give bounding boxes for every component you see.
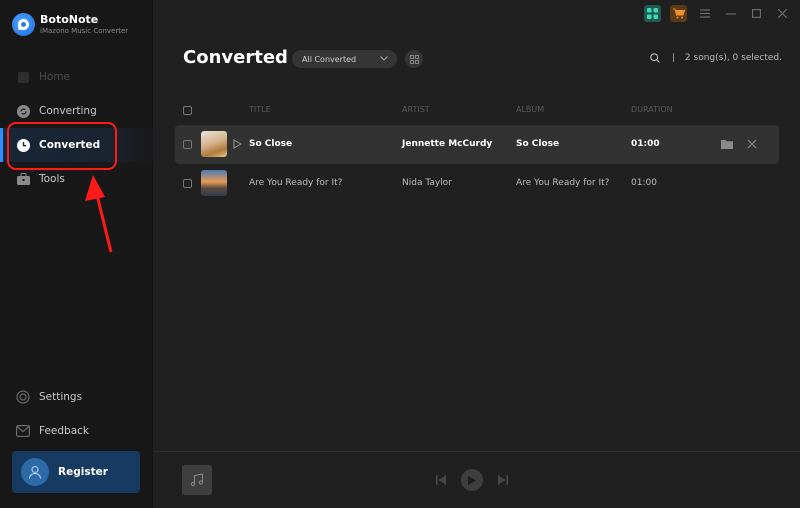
sidebar-item-label: Converting	[39, 105, 97, 117]
row-duration: 01:00	[631, 178, 657, 188]
close-icon[interactable]	[774, 5, 791, 22]
apps-icon[interactable]	[644, 5, 661, 22]
selection-count: 2 song(s), 0 selected.	[684, 53, 782, 63]
sidebar-item-label: Feedback	[39, 425, 90, 437]
grid-view-button[interactable]	[405, 50, 423, 68]
grid-icon	[409, 54, 419, 64]
minimize-icon[interactable]	[722, 5, 739, 22]
chevron-down-icon	[380, 54, 388, 63]
home-icon	[16, 70, 30, 84]
main-panel: Converted All Converted | 2 song(s), 0 s…	[154, 0, 800, 451]
cart-icon[interactable]	[670, 5, 687, 22]
menu-icon[interactable]	[696, 5, 713, 22]
previous-icon[interactable]	[436, 475, 446, 485]
row-artist: Jennette McCurdy	[402, 139, 493, 149]
sidebar-item-feedback[interactable]: Feedback	[0, 414, 153, 448]
annotation-highlight-box	[7, 122, 117, 170]
row-duration: 01:00	[631, 139, 660, 149]
search-icon[interactable]	[650, 53, 660, 63]
app-window: BotoNote iMazono Music Converter Home Co…	[0, 0, 800, 508]
app-subtitle: iMazono Music Converter	[40, 27, 129, 35]
next-icon[interactable]	[498, 475, 508, 485]
row-artist: Nida Taylor	[402, 178, 452, 188]
register-button[interactable]: Register	[12, 451, 140, 493]
sidebar-item-home[interactable]: Home	[0, 60, 153, 94]
column-album[interactable]: ALBUM	[516, 105, 544, 114]
sidebar-item-label: Home	[39, 71, 71, 83]
row-album: So Close	[516, 139, 560, 149]
row-title: Are You Ready for It?	[249, 178, 343, 188]
row-title: So Close	[249, 139, 293, 149]
play-icon[interactable]	[233, 139, 243, 152]
user-icon	[21, 458, 49, 486]
sidebar-item-label: Tools	[39, 173, 65, 185]
refresh-icon	[16, 104, 30, 118]
sidebar-item-label: Settings	[39, 391, 83, 403]
table-row[interactable]: Are You Ready for It? Nida Taylor Are Yo…	[175, 164, 779, 203]
table-row[interactable]: So Close Jennette McCurdy So Close 01:00	[175, 125, 779, 164]
player-bar	[154, 451, 800, 508]
row-checkbox[interactable]	[183, 179, 192, 188]
app-logo-icon	[12, 13, 35, 36]
play-icon	[468, 475, 476, 485]
maximize-icon[interactable]	[748, 5, 765, 22]
row-checkbox[interactable]	[183, 140, 192, 149]
register-label: Register	[58, 466, 108, 478]
toolbox-icon	[16, 172, 30, 186]
column-title[interactable]: TITLE	[249, 105, 271, 114]
gear-icon	[16, 390, 30, 404]
music-note-icon	[190, 473, 204, 487]
folder-icon[interactable]	[721, 139, 733, 149]
album-art-thumbnail	[201, 170, 227, 196]
sidebar-item-settings[interactable]: Settings	[0, 380, 153, 414]
delete-icon[interactable]	[747, 139, 757, 149]
app-name: BotoNote	[40, 13, 99, 26]
status-bar: | 2 song(s), 0 selected.	[650, 53, 782, 63]
filter-selected-value: All Converted	[302, 54, 357, 64]
divider: |	[671, 53, 675, 63]
page-title: Converted	[183, 47, 288, 68]
now-playing-cover	[182, 465, 212, 495]
play-pause-button[interactable]	[461, 469, 483, 491]
brand: BotoNote iMazono Music Converter	[12, 13, 128, 36]
sidebar: BotoNote iMazono Music Converter Home Co…	[0, 0, 153, 508]
column-artist[interactable]: ARTIST	[402, 105, 430, 114]
column-duration[interactable]: DURATION	[631, 105, 673, 114]
annotation-arrow-icon	[85, 175, 113, 253]
mail-icon	[16, 424, 30, 438]
active-indicator	[0, 128, 3, 162]
filter-dropdown[interactable]: All Converted	[292, 50, 397, 68]
select-all-checkbox[interactable]	[183, 106, 192, 115]
album-art-thumbnail	[201, 131, 227, 157]
playback-controls	[436, 469, 508, 491]
table-header: TITLE ARTIST ALBUM DURATION	[175, 103, 779, 119]
row-album: Are You Ready for It?	[516, 178, 610, 188]
window-toolbar	[644, 5, 800, 22]
